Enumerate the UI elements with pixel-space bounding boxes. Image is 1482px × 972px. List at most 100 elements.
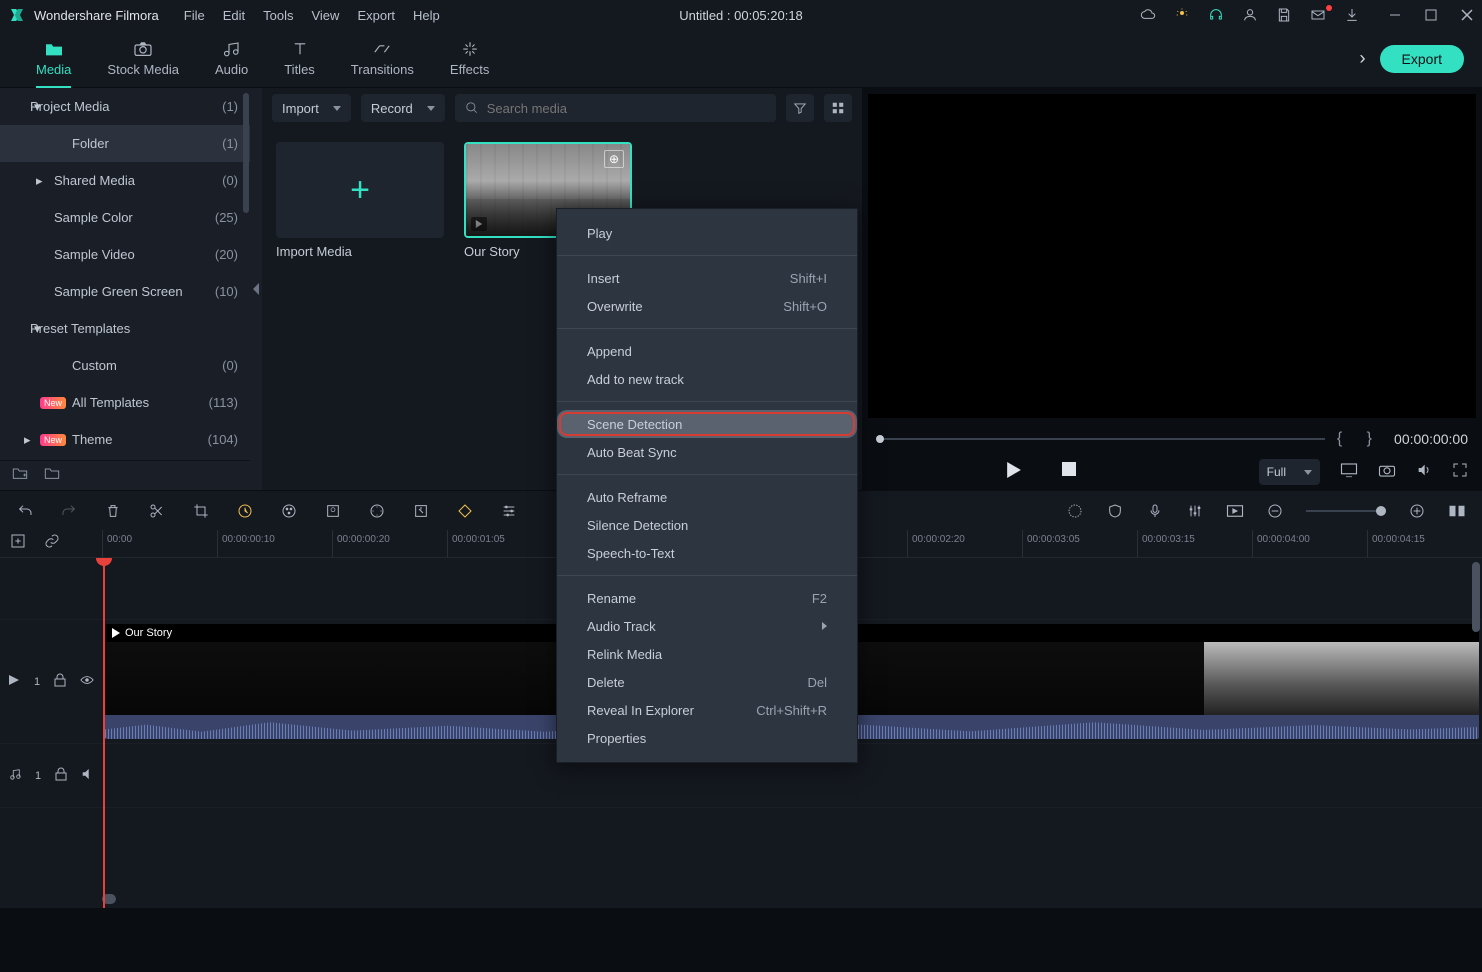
shield-marker-icon[interactable] [1106,502,1124,520]
grid-view-icon[interactable] [824,94,852,122]
sidebar-item-sample-video[interactable]: Sample Video (20) [0,236,250,273]
context-menu-item-auto-beat-sync[interactable]: Auto Beat Sync [557,438,857,466]
zoom-slider[interactable] [1306,510,1386,512]
mixer-icon[interactable] [1066,502,1084,520]
search-input[interactable] [487,101,766,116]
user-icon[interactable] [1242,7,1258,23]
menu-tools[interactable]: Tools [263,8,293,23]
menu-help[interactable]: Help [413,8,440,23]
tab-audio[interactable]: Audio [197,30,266,88]
context-menu-item-insert[interactable]: InsertShift+I [557,264,857,292]
headphones-icon[interactable] [1208,7,1224,23]
import-dropdown[interactable]: Import [272,94,351,122]
context-menu-item-silence-detection[interactable]: Silence Detection [557,511,857,539]
record-dropdown[interactable]: Record [361,94,445,122]
lock-icon[interactable] [54,673,66,690]
video-track-header[interactable]: 1 [0,620,102,743]
redo-icon[interactable] [60,502,78,520]
filter-icon[interactable] [786,94,814,122]
volume-icon[interactable] [1416,462,1432,483]
sidebar-item-sample-color[interactable]: Sample Color (25) [0,199,250,236]
mail-icon[interactable] [1310,7,1326,23]
snapshot-icon[interactable] [1378,462,1396,483]
fullscreen-icon[interactable] [1452,462,1468,483]
media-search[interactable] [455,94,776,122]
add-track-icon[interactable] [10,533,26,554]
window-minimize[interactable] [1388,8,1402,22]
zoom-out-icon[interactable] [1266,502,1284,520]
cloud-icon[interactable] [1140,7,1156,23]
context-menu-item-relink-media[interactable]: Relink Media [557,640,857,668]
download-icon[interactable] [1344,7,1360,23]
tab-stock-media[interactable]: Stock Media [89,30,197,88]
export-button[interactable]: Export [1380,45,1464,73]
sidebar-item-theme[interactable]: ▸ New Theme (104) [0,421,250,458]
context-menu-item-reveal-in-explorer[interactable]: Reveal In ExplorerCtrl+Shift+R [557,696,857,724]
playhead[interactable] [103,558,105,908]
audio-mixer-icon[interactable] [1186,502,1204,520]
fit-zoom-icon[interactable] [1448,502,1466,520]
render-icon[interactable] [1226,502,1244,520]
lock-icon[interactable] [55,767,67,784]
sidebar-item-custom[interactable]: Custom (0) [0,347,250,384]
tab-titles[interactable]: Titles [266,30,333,88]
split-icon[interactable] [148,502,166,520]
context-menu-item-play[interactable]: Play [557,219,857,247]
add-overlay-icon[interactable]: ⊕ [604,150,624,168]
link-icon[interactable] [44,533,60,554]
context-menu-item-speech-to-text[interactable]: Speech-to-Text [557,539,857,567]
timeline-vscroll[interactable] [1472,562,1480,632]
preview-scrubber[interactable] [876,438,1325,440]
menu-file[interactable]: File [184,8,205,23]
menu-export[interactable]: Export [357,8,395,23]
context-menu-item-delete[interactable]: DeleteDel [557,668,857,696]
save-icon[interactable] [1276,7,1292,23]
lightbulb-icon[interactable] [1174,7,1190,23]
keyframe-icon[interactable] [412,502,430,520]
window-maximize[interactable] [1424,8,1438,22]
new-folder-icon[interactable] [12,466,28,485]
import-media-button[interactable]: + Import Media [276,142,444,259]
context-menu-item-auto-reframe[interactable]: Auto Reframe [557,483,857,511]
quality-select[interactable]: Full [1259,459,1320,485]
sidebar-collapse-handle[interactable] [250,88,262,490]
green-screen-icon[interactable] [324,502,342,520]
timeline-hscroll[interactable] [102,894,1476,904]
speaker-icon[interactable] [81,768,93,783]
sidebar-item-sample-green-screen[interactable]: Sample Green Screen (10) [0,273,250,310]
sidebar-item-folder[interactable]: Folder (1) [0,125,250,162]
audio-track-header[interactable]: 1 [0,744,102,807]
delete-icon[interactable] [104,502,122,520]
settings-icon[interactable] [500,502,518,520]
sidebar-item-all-templates[interactable]: New All Templates (113) [0,384,250,421]
crop-icon[interactable] [192,502,210,520]
sidebar-item-preset-templates[interactable]: ▾ Preset Templates [0,310,250,347]
folder-icon[interactable] [44,466,60,485]
undo-icon[interactable] [16,502,34,520]
context-menu-item-audio-track[interactable]: Audio Track [557,612,857,640]
marker-add-icon[interactable] [456,502,474,520]
voiceover-icon[interactable] [1146,502,1164,520]
context-menu-item-scene-detection[interactable]: Scene Detection [557,410,857,438]
window-close[interactable] [1460,8,1474,22]
sidebar-item-project-media[interactable]: ▾ Project Media (1) [0,88,250,125]
preview-viewport[interactable] [868,94,1476,418]
menu-view[interactable]: View [311,8,339,23]
context-menu-item-append[interactable]: Append [557,337,857,365]
color-icon[interactable] [280,502,298,520]
eye-icon[interactable] [80,675,94,688]
tab-transitions[interactable]: Transitions [333,30,432,88]
speed-ramp-icon[interactable] [368,502,386,520]
sidebar-scrollbar[interactable] [243,88,249,490]
menu-edit[interactable]: Edit [223,8,245,23]
tab-effects[interactable]: Effects [432,30,508,88]
context-menu-item-rename[interactable]: RenameF2 [557,584,857,612]
display-icon[interactable] [1340,462,1358,483]
context-menu-item-overwrite[interactable]: OverwriteShift+O [557,292,857,320]
speed-icon[interactable] [236,502,254,520]
sidebar-item-shared-media[interactable]: ▸ Shared Media (0) [0,162,250,199]
context-menu-item-properties[interactable]: Properties [557,724,857,752]
tab-media[interactable]: Media [18,30,89,88]
stop-button[interactable] [1062,462,1076,483]
context-menu-item-add-to-new-track[interactable]: Add to new track [557,365,857,393]
